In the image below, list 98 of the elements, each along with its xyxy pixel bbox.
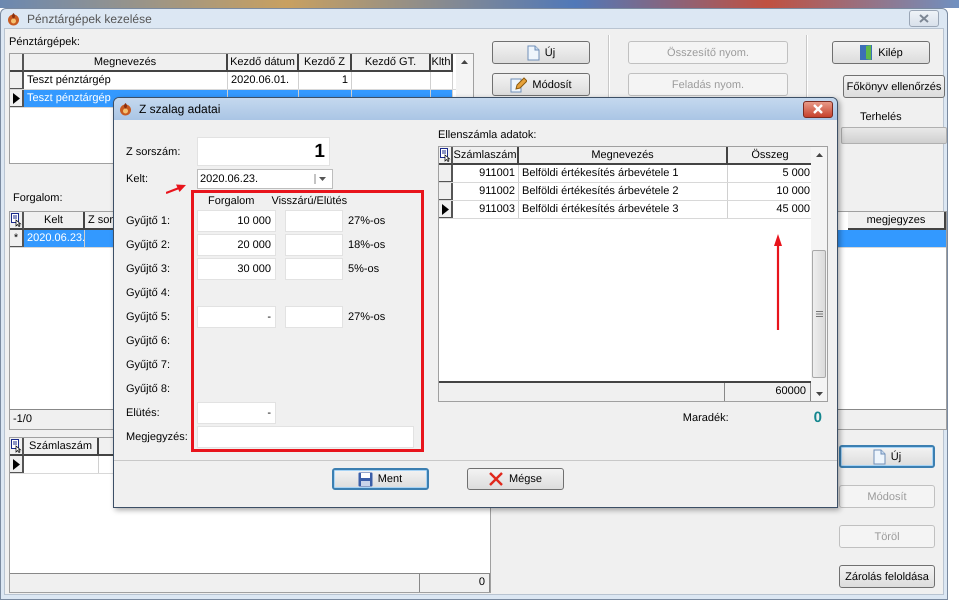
cross-icon xyxy=(488,471,504,487)
table-cell: 2020.06.01. xyxy=(228,72,299,89)
column-select-icon[interactable] xyxy=(10,213,22,227)
annotation-arrow xyxy=(166,183,186,194)
pencil-page-icon xyxy=(510,76,528,92)
column-select-icon[interactable] xyxy=(10,439,22,453)
table-cell: Teszt pénztárgép xyxy=(24,72,228,89)
column-header[interactable]: megjegyzes xyxy=(848,212,946,230)
current-row-icon xyxy=(12,92,20,104)
app-icon xyxy=(7,12,20,26)
page-icon xyxy=(526,44,540,60)
toolbar-button[interactable]: Módosít xyxy=(492,73,590,96)
scroll-up-icon[interactable] xyxy=(816,153,822,157)
page-icon xyxy=(872,448,886,464)
table-cell: Belföldi értékesítés árbevétele 3 xyxy=(519,201,728,218)
scrollbar[interactable] xyxy=(811,147,827,401)
remainder-label: Maradék: xyxy=(682,412,729,424)
current-row-icon xyxy=(12,458,20,470)
turnover-field[interactable]: 20 000 xyxy=(197,234,276,256)
row-indicator[interactable] xyxy=(10,456,24,473)
row-indicator[interactable]: * xyxy=(10,230,24,247)
field-label: Gyűjtő 8: xyxy=(126,382,172,397)
column-label: Visszárú/Elütés xyxy=(271,195,348,207)
returns-field[interactable] xyxy=(285,234,343,256)
door-icon xyxy=(859,44,874,61)
field-label: Gyűjtő 1: xyxy=(126,214,172,229)
table-cell: 1 xyxy=(299,72,352,89)
scroll-thumb[interactable] xyxy=(812,250,826,378)
ledger-check-button[interactable]: Főkönyv ellenőrzés xyxy=(843,75,945,98)
returns-field[interactable] xyxy=(285,258,343,280)
turnover-field[interactable]: - xyxy=(197,306,276,328)
app-icon xyxy=(119,102,132,116)
table-cell: 911001 xyxy=(453,165,519,182)
field-label: Elütés: xyxy=(126,406,161,421)
row-indicator[interactable] xyxy=(439,183,453,200)
section-label: Pénztárgépek: xyxy=(9,36,80,49)
vat-rate: 27%-os xyxy=(348,311,386,323)
table-cell: Belföldi értékesítés árbevétele 2 xyxy=(519,183,728,200)
turnover-field[interactable]: 30 000 xyxy=(197,258,276,280)
row-indicator[interactable] xyxy=(439,165,453,182)
dropdown-arrow-icon xyxy=(314,174,328,184)
footer-cell: 0 xyxy=(420,574,490,592)
field-label: Kelt: xyxy=(126,173,150,185)
column-header[interactable]: Kelt xyxy=(24,212,85,230)
row-indicator[interactable] xyxy=(10,72,24,89)
vat-rate: 18%-os xyxy=(348,239,386,251)
remainder-value: 0 xyxy=(814,409,822,426)
close-button[interactable] xyxy=(803,100,833,118)
returns-field[interactable] xyxy=(285,306,343,328)
field-label: Gyűjtő 7: xyxy=(126,358,172,373)
column-header[interactable]: Számlaszám xyxy=(453,147,519,165)
action-button[interactable]: Zárolás feloldása xyxy=(839,565,935,588)
column-header[interactable]: Kezdő dátum xyxy=(228,54,299,72)
close-icon xyxy=(919,14,929,23)
field-label: Z sorszám: xyxy=(126,146,182,158)
column-select-icon[interactable] xyxy=(440,148,450,162)
exit-button[interactable]: Kilép xyxy=(832,41,930,64)
column-label: Forgalom xyxy=(208,195,254,207)
date-dropdown[interactable]: 2020.06.23. xyxy=(197,169,333,189)
note-field[interactable] xyxy=(197,426,414,448)
table-cell: 911003 xyxy=(453,201,519,218)
row-indicator[interactable] xyxy=(10,90,24,107)
dialog-button[interactable]: Ment xyxy=(332,468,428,490)
returns-field[interactable] xyxy=(285,210,343,232)
deduction-field[interactable]: - xyxy=(197,402,276,424)
column-header[interactable]: Klth xyxy=(431,54,453,72)
table-cell: 911002 xyxy=(453,183,519,200)
close-icon xyxy=(812,104,824,114)
z-number-field[interactable]: 1 xyxy=(197,137,330,166)
scroll-down-icon[interactable] xyxy=(816,392,822,396)
column-header[interactable]: Megnevezés xyxy=(24,54,228,72)
row-indicator[interactable] xyxy=(439,201,453,218)
column-header[interactable]: Kezdő Z xyxy=(299,54,352,72)
turnover-field[interactable]: 10 000 xyxy=(197,210,276,232)
field-label: Gyűjtő 5: xyxy=(126,310,172,325)
column-header[interactable]: Megnevezés xyxy=(519,147,728,165)
field-label: Megjegyzés: xyxy=(126,430,189,445)
field-label: Gyűjtő 3: xyxy=(126,262,172,277)
dialog-button[interactable]: Mégse xyxy=(466,468,564,490)
window-title: Pénztárgépek kezelése xyxy=(27,12,152,26)
current-row-icon xyxy=(442,204,448,214)
section-label: Forgalom: xyxy=(13,192,63,205)
row-header xyxy=(10,54,24,72)
grip-icon xyxy=(816,311,822,317)
field-label: Gyűjtő 2: xyxy=(126,238,172,253)
column-header[interactable]: Számlaszám xyxy=(24,438,99,456)
column-header[interactable]: Kezdő GT. xyxy=(352,54,431,72)
toolbar-button[interactable]: Új xyxy=(492,41,590,64)
column-header[interactable]: Összeg xyxy=(728,147,811,165)
section-label: Ellenszámla adatok: xyxy=(438,129,538,142)
vat-rate: 5%-os xyxy=(348,263,380,275)
debit-label: Terhelés xyxy=(860,111,902,124)
field-label: Gyűjtő 6: xyxy=(126,334,172,349)
scroll-up-icon[interactable] xyxy=(461,60,468,64)
vat-rate: 27%-os xyxy=(348,215,386,227)
action-button[interactable]: Új xyxy=(839,445,935,468)
table-cell: Belföldi értékesítés árbevétele 1 xyxy=(519,165,728,182)
field-label: Gyűjtő 4: xyxy=(126,286,172,301)
